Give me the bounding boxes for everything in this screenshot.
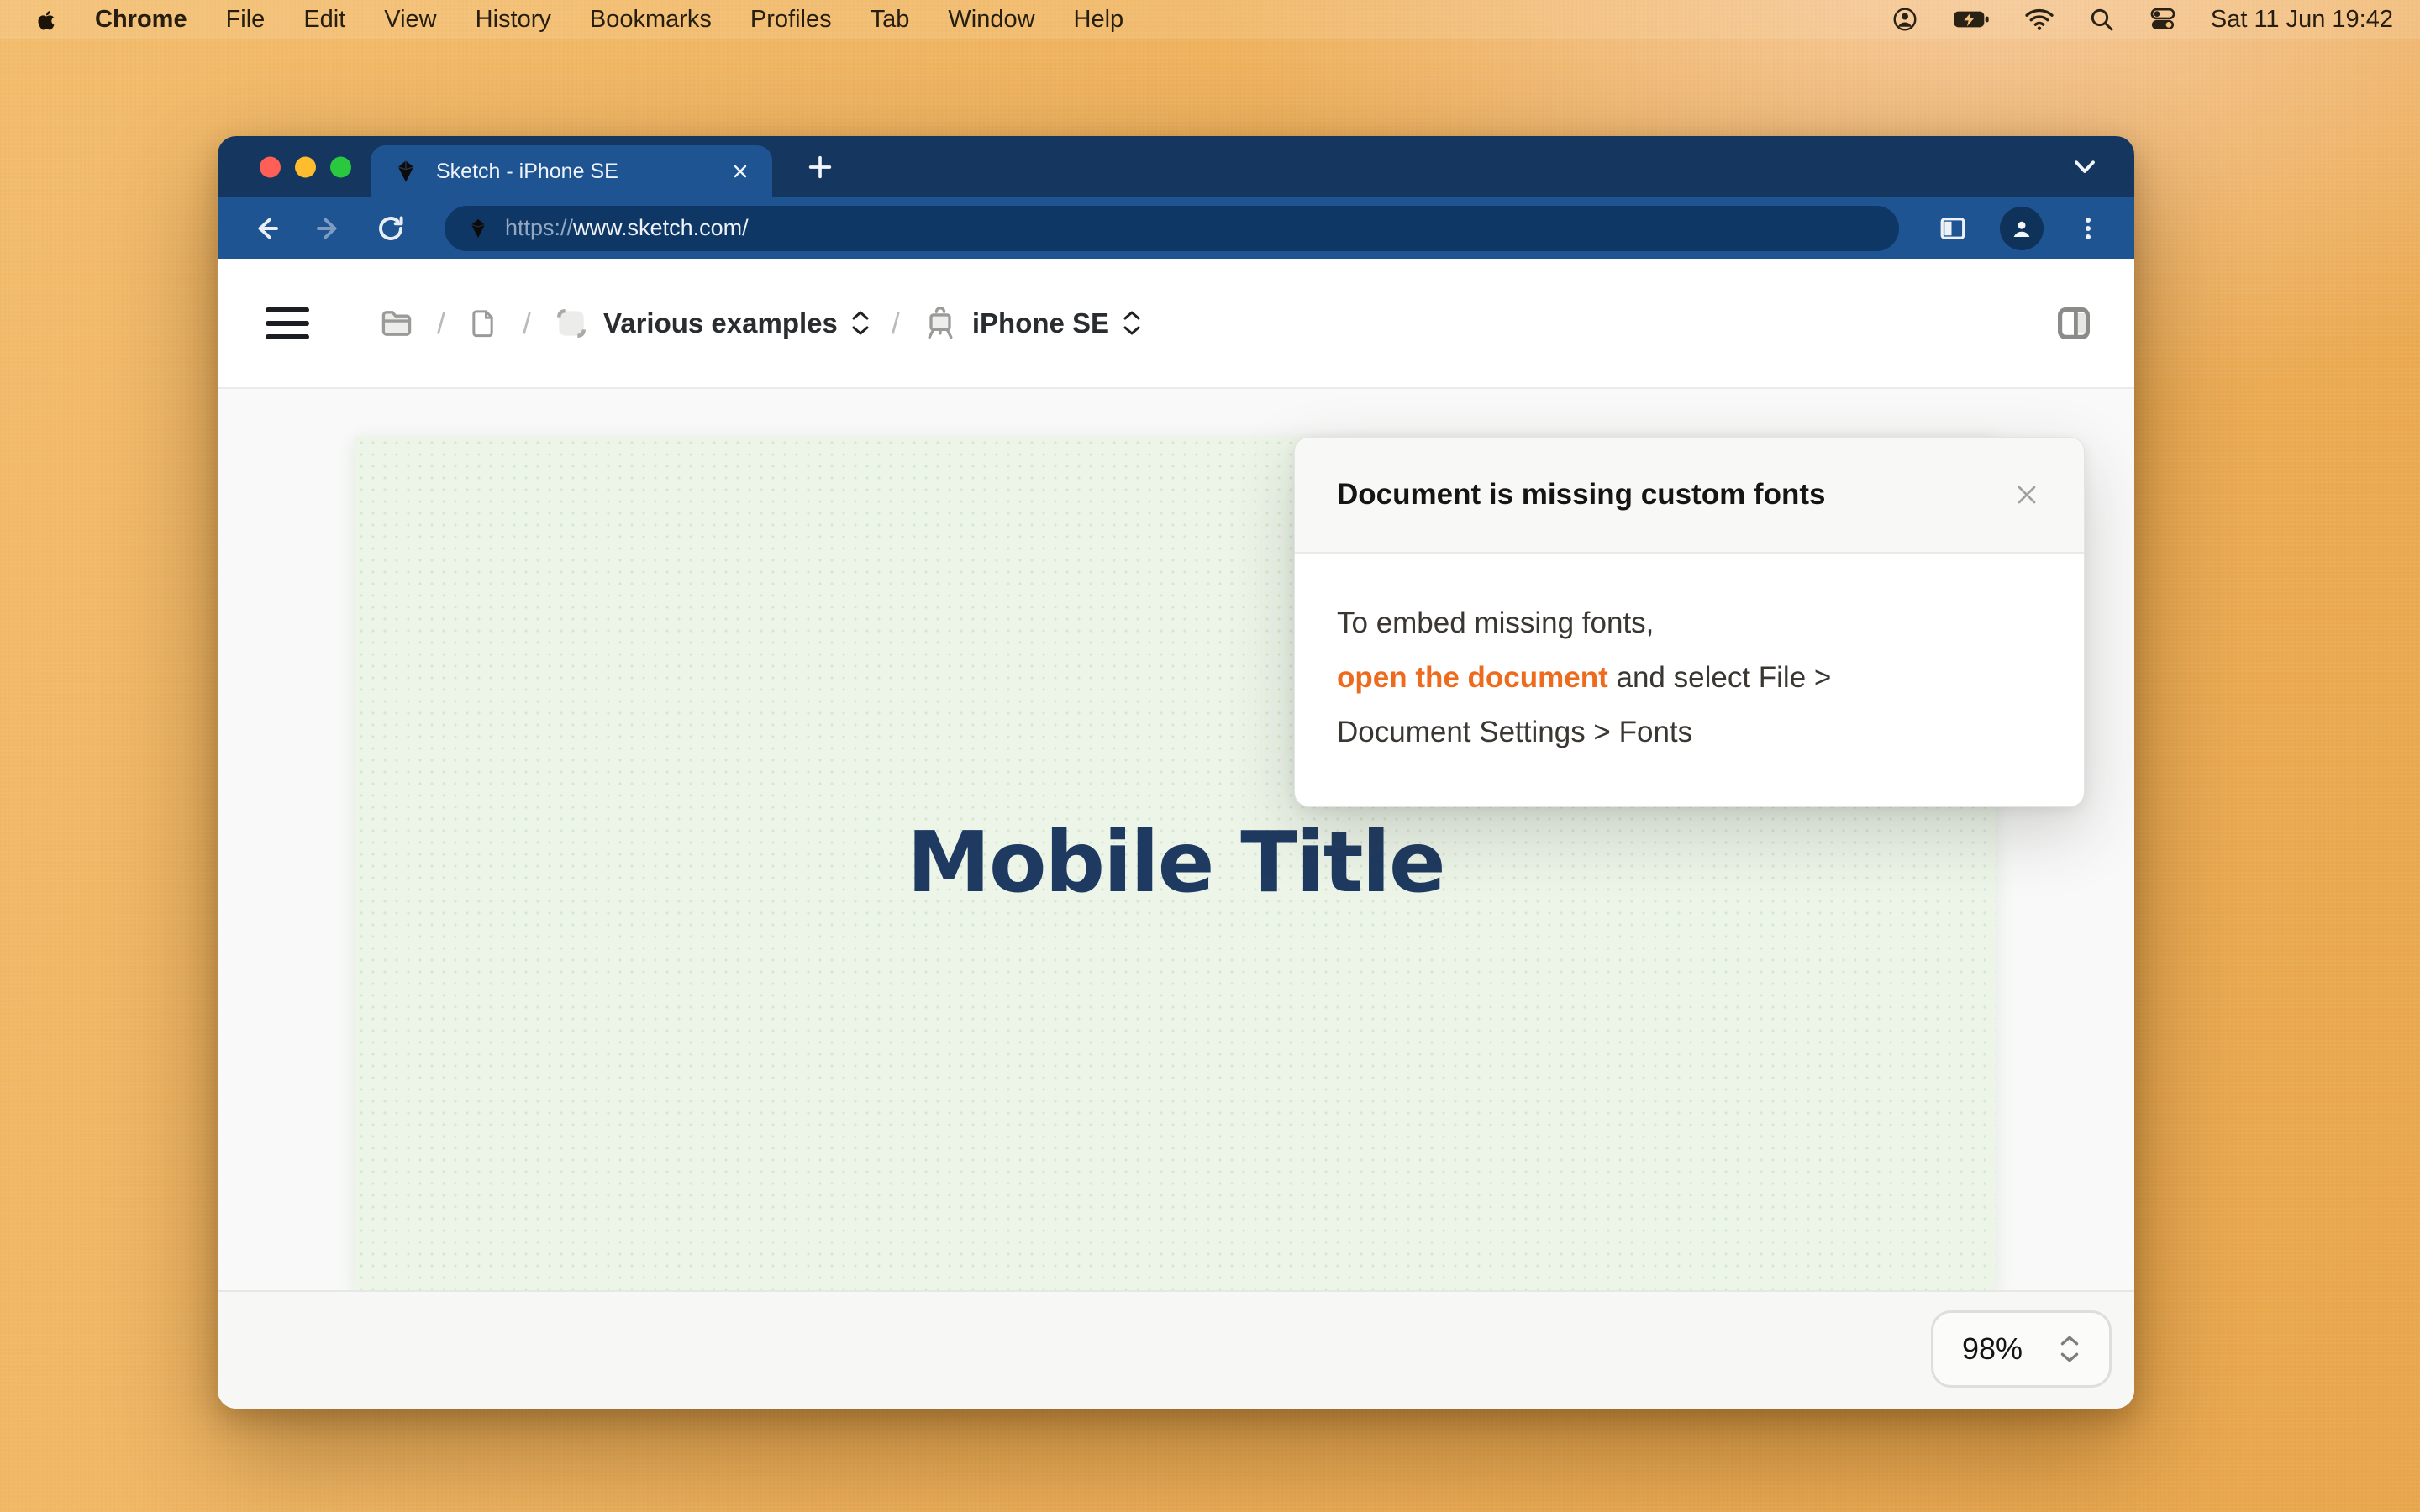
menu-item-view[interactable]: View bbox=[365, 6, 455, 34]
profile-avatar[interactable] bbox=[2000, 207, 2044, 250]
workspace-folder-button[interactable] bbox=[378, 305, 415, 342]
menu-item-profiles[interactable]: Profiles bbox=[731, 6, 851, 34]
toggle-right-panel-icon[interactable] bbox=[2054, 303, 2094, 344]
menu-item-tab[interactable]: Tab bbox=[851, 6, 929, 34]
chrome-window: Sketch - iPhone SE https://www.sketch.co… bbox=[218, 136, 2134, 1409]
page-select[interactable]: Various examples bbox=[553, 305, 870, 342]
artboard-stepper-icon[interactable] bbox=[1123, 310, 1141, 336]
main-menu-button[interactable] bbox=[266, 307, 309, 339]
apple-menu[interactable] bbox=[22, 5, 76, 34]
zoom-value[interactable]: 98% bbox=[1962, 1331, 2023, 1367]
battery-charging-icon[interactable] bbox=[1952, 6, 1991, 33]
url-bar[interactable]: https://www.sketch.com/ bbox=[445, 206, 1899, 251]
macos-menu-bar: Chrome File Edit View History Bookmarks … bbox=[0, 0, 2420, 39]
artboard-select[interactable]: iPhone SE bbox=[922, 305, 1141, 342]
popup-text-line3: Document Settings > Fonts bbox=[1337, 705, 2042, 759]
menu-item-help[interactable]: Help bbox=[1055, 6, 1144, 34]
wifi-icon[interactable] bbox=[2024, 7, 2054, 32]
artboard-name: iPhone SE bbox=[972, 307, 1109, 339]
popup-body: To embed missing fonts, open the documen… bbox=[1295, 554, 2084, 806]
url-host: www.sketch.com/ bbox=[573, 215, 749, 240]
forward-button[interactable] bbox=[313, 213, 344, 244]
tab-strip: Sketch - iPhone SE bbox=[218, 136, 2134, 197]
control-center-icon[interactable] bbox=[2149, 6, 2177, 33]
popup-text-line1: To embed missing fonts, bbox=[1337, 596, 2042, 650]
close-window-button[interactable] bbox=[260, 156, 281, 177]
menu-item-chrome[interactable]: Chrome bbox=[76, 6, 207, 34]
browser-tab[interactable]: Sketch - iPhone SE bbox=[371, 145, 772, 197]
url-scheme: https:// bbox=[505, 215, 573, 240]
user-account-icon[interactable] bbox=[1891, 6, 1918, 33]
sketch-favicon-icon bbox=[392, 158, 419, 185]
browser-menu-kebab-icon[interactable] bbox=[2075, 214, 2101, 243]
breadcrumb-separator: / bbox=[892, 306, 900, 341]
tab-close-icon[interactable] bbox=[730, 161, 750, 181]
menu-bar-left: Chrome File Edit View History Bookmarks … bbox=[22, 5, 1143, 34]
page-name: Various examples bbox=[603, 307, 838, 339]
document-button[interactable] bbox=[467, 305, 501, 342]
popup-text-line2: open the document and select File > bbox=[1337, 650, 2042, 705]
zoom-stepper-icon[interactable] bbox=[2059, 1335, 2081, 1363]
minimize-window-button[interactable] bbox=[295, 156, 316, 177]
menu-item-edit[interactable]: Edit bbox=[284, 6, 365, 34]
url-text: https://www.sketch.com/ bbox=[505, 215, 749, 241]
traffic-lights bbox=[260, 156, 351, 177]
breadcrumb: / / Various examples / iPhone bbox=[378, 305, 1141, 342]
apple-logo-icon bbox=[34, 5, 59, 34]
bottom-bar: 98% bbox=[218, 1290, 2134, 1409]
popup-close-icon[interactable] bbox=[2012, 480, 2042, 510]
fullscreen-window-button[interactable] bbox=[330, 156, 351, 177]
tab-title: Sketch - iPhone SE bbox=[436, 160, 713, 184]
menu-item-history[interactable]: History bbox=[456, 6, 571, 34]
page-stepper-icon[interactable] bbox=[851, 310, 870, 336]
reload-button[interactable] bbox=[376, 213, 406, 244]
artboard-easel-icon bbox=[922, 305, 959, 342]
breadcrumb-separator: / bbox=[437, 306, 445, 341]
page-frame-icon bbox=[553, 305, 590, 342]
popup-header: Document is missing custom fonts bbox=[1295, 438, 2084, 554]
tab-search-chevron-icon[interactable] bbox=[2070, 156, 2099, 178]
open-document-link[interactable]: open the document bbox=[1337, 661, 1608, 694]
new-tab-button[interactable] bbox=[806, 153, 834, 181]
artboard-text-layer: Mobile Title bbox=[907, 813, 1444, 911]
menu-item-file[interactable]: File bbox=[207, 6, 285, 34]
menu-bar-clock[interactable]: Sat 11 Jun 19:42 bbox=[2211, 6, 2398, 34]
menu-bar-status: Sat 11 Jun 19:42 bbox=[1891, 6, 2398, 34]
design-canvas[interactable]: Mobile Title Document is missing custom … bbox=[218, 389, 2134, 1290]
back-button[interactable] bbox=[251, 213, 281, 244]
zoom-control[interactable]: 98% bbox=[1931, 1310, 2112, 1388]
missing-fonts-popup: Document is missing custom fonts To embe… bbox=[1294, 437, 2085, 807]
popup-title: Document is missing custom fonts bbox=[1337, 478, 2012, 512]
popup-text-line2-rest: and select File > bbox=[1608, 661, 1832, 694]
site-favicon-icon bbox=[466, 217, 490, 240]
breadcrumb-separator: / bbox=[523, 306, 531, 341]
menu-item-window[interactable]: Window bbox=[929, 6, 1054, 34]
sketch-app-header: / / Various examples / iPhone bbox=[218, 259, 2134, 389]
browser-toolbar: https://www.sketch.com/ bbox=[218, 197, 2134, 259]
spotlight-search-icon[interactable] bbox=[2088, 6, 2115, 33]
side-panel-icon[interactable] bbox=[1938, 213, 1968, 244]
menu-item-bookmarks[interactable]: Bookmarks bbox=[571, 6, 731, 34]
